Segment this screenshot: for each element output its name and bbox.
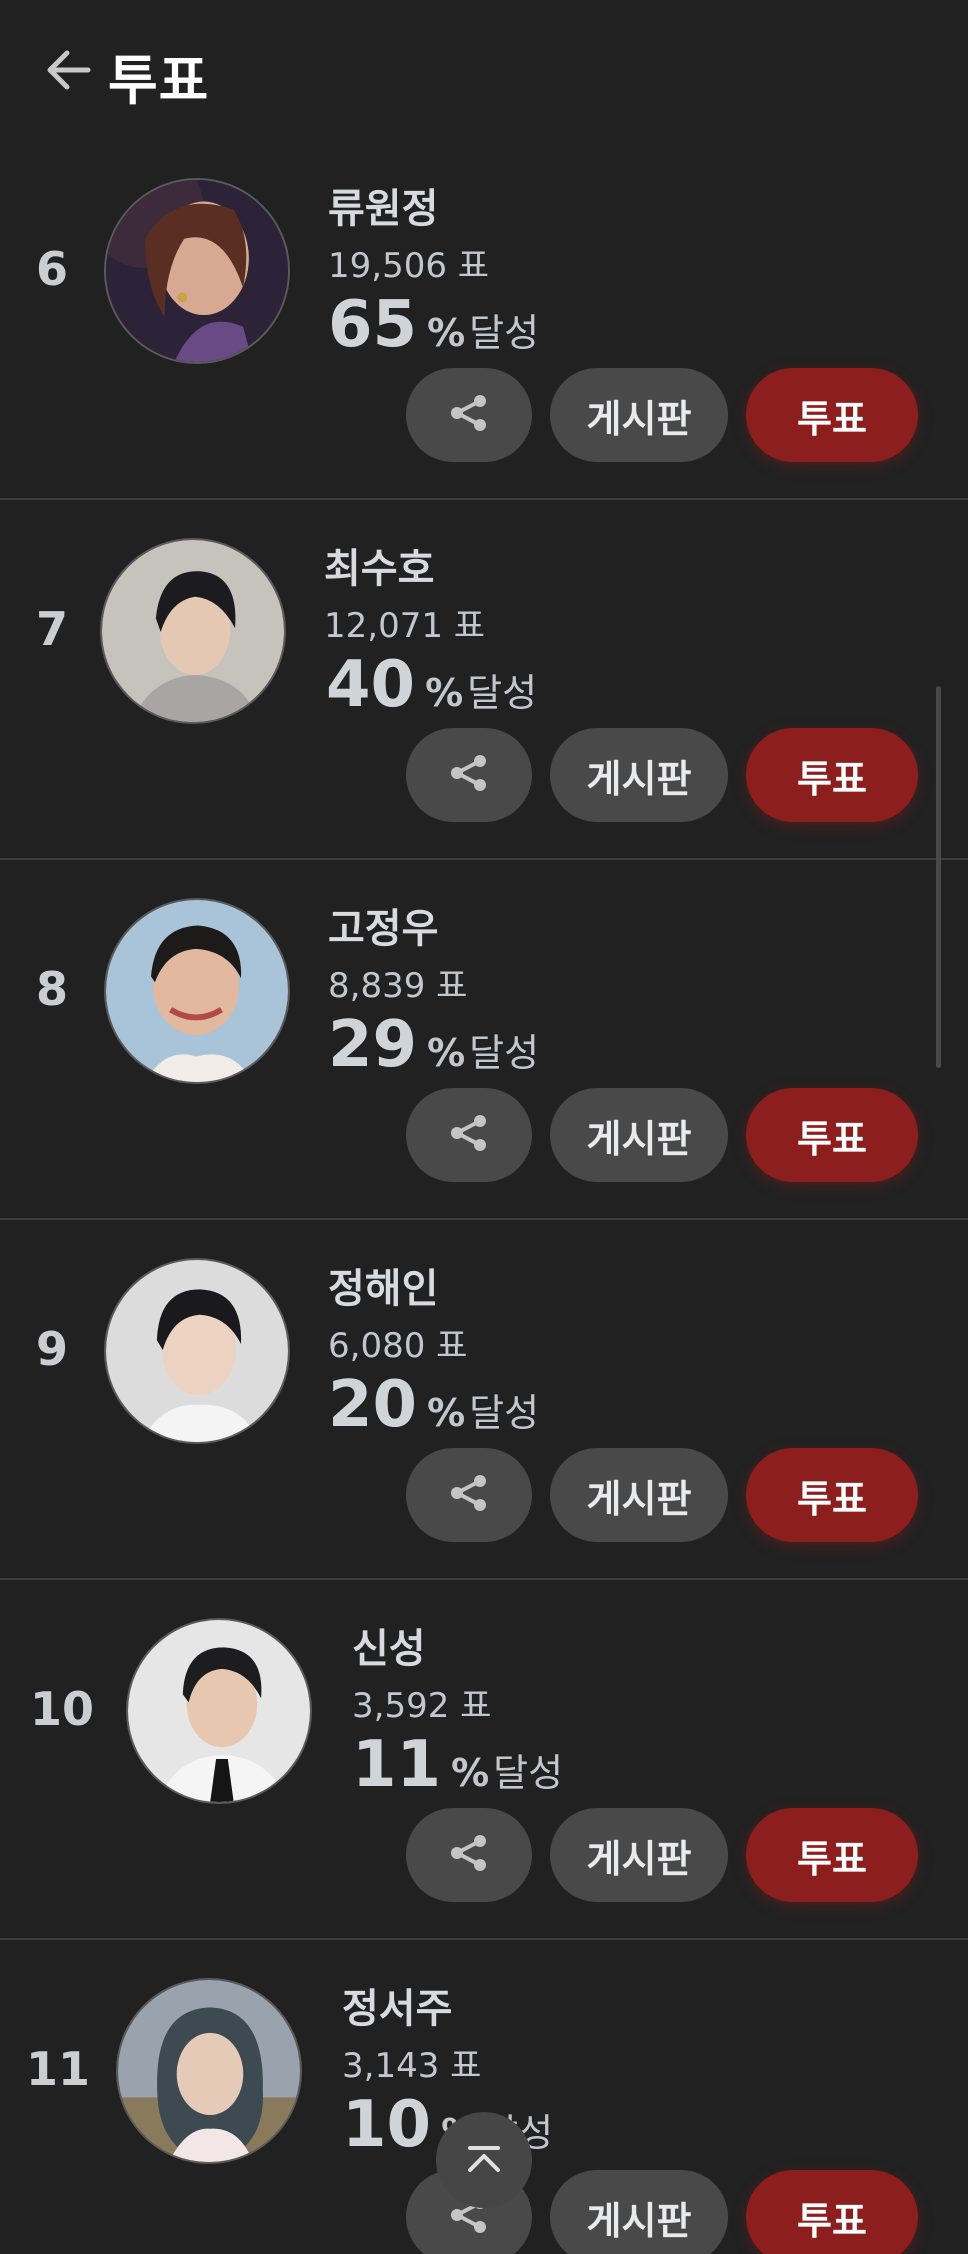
vote-button[interactable]: 투표 (746, 1448, 918, 1542)
candidate-name: 고정우 (328, 906, 439, 952)
candidate-name: 류원정 (328, 186, 439, 232)
share-button[interactable] (406, 1448, 532, 1542)
list-item: 10 신성 3,592 표 11 % 달성 게시판 투표 (0, 1580, 968, 1940)
avatar (104, 1258, 290, 1444)
share-icon (447, 1473, 491, 1517)
percent-value: 65 (328, 288, 418, 362)
scroll-to-top-button[interactable] (436, 2112, 532, 2208)
board-button[interactable]: 게시판 (550, 728, 728, 822)
achievement-rate: 20 % 달성 (328, 1368, 539, 1442)
percent-value: 29 (328, 1008, 418, 1082)
scrollbar[interactable] (936, 686, 941, 1068)
vote-button[interactable]: 투표 (746, 728, 918, 822)
rank-number: 9 (35, 1322, 68, 1376)
avatar (104, 898, 290, 1084)
percent-value: 11 (352, 1728, 442, 1802)
vote-count: 8,839 표 (328, 966, 468, 1006)
rank-number: 6 (35, 242, 68, 296)
rank-number: 7 (35, 602, 68, 656)
achievement-rate: 29 % 달성 (328, 1008, 539, 1082)
vote-count: 6,080 표 (328, 1326, 468, 1366)
achievement-rate: 40 % 달성 (326, 648, 537, 722)
avatar (126, 1618, 312, 1804)
share-button[interactable] (406, 728, 532, 822)
percent-value: 20 (328, 1368, 418, 1442)
share-icon (447, 753, 491, 797)
rank-number: 11 (25, 2042, 90, 2096)
rank-number: 10 (29, 1682, 94, 1736)
board-button[interactable]: 게시판 (550, 1808, 728, 1902)
percent-sign: % (425, 671, 464, 715)
share-icon (447, 393, 491, 437)
percent-value: 40 (326, 648, 416, 722)
percent-label: 달성 (469, 311, 540, 355)
board-button[interactable]: 게시판 (550, 2170, 728, 2254)
share-button[interactable] (406, 368, 532, 462)
back-button[interactable] (40, 48, 96, 96)
percent-sign: % (427, 311, 466, 355)
percent-label: 달성 (493, 1751, 564, 1795)
vote-count: 3,143 표 (342, 2046, 482, 2086)
vote-ranking-page: 투표 6 류원정 19,506 표 65 % 달성 게시판 투표 7 최수호 1… (0, 0, 968, 2254)
achievement-rate: 65 % 달성 (328, 288, 539, 362)
avatar (116, 1978, 302, 2164)
percent-value: 10 (342, 2088, 432, 2162)
share-button[interactable] (406, 1808, 532, 1902)
avatar (104, 178, 290, 364)
vote-count: 12,071 표 (324, 606, 486, 646)
vote-button[interactable]: 투표 (746, 1088, 918, 1182)
vote-button[interactable]: 투표 (746, 2170, 918, 2254)
achievement-rate: 11 % 달성 (352, 1728, 563, 1802)
candidate-name: 최수호 (324, 546, 435, 592)
candidate-name: 신성 (352, 1626, 426, 1672)
vote-button[interactable]: 투표 (746, 1808, 918, 1902)
vote-count: 19,506 표 (328, 246, 490, 286)
share-icon (447, 1833, 491, 1877)
vote-count: 3,592 표 (352, 1686, 492, 1726)
arrow-left-icon (45, 49, 91, 95)
chevron-up-icon (464, 2142, 504, 2178)
share-icon (447, 1113, 491, 1157)
percent-label: 달성 (469, 1391, 540, 1435)
candidate-name: 정해인 (328, 1266, 439, 1312)
list-item: 9 정해인 6,080 표 20 % 달성 게시판 투표 (0, 1220, 968, 1580)
rank-number: 8 (35, 962, 68, 1016)
board-button[interactable]: 게시판 (550, 1448, 728, 1542)
percent-sign: % (451, 1751, 490, 1795)
page-title: 투표 (108, 49, 210, 112)
board-button[interactable]: 게시판 (550, 368, 728, 462)
list-item: 6 류원정 19,506 표 65 % 달성 게시판 투표 (0, 140, 968, 500)
candidate-name: 정서주 (342, 1986, 453, 2032)
list-item: 8 고정우 8,839 표 29 % 달성 게시판 투표 (0, 860, 968, 1220)
avatar (100, 538, 286, 724)
percent-sign: % (427, 1031, 466, 1075)
percent-label: 달성 (467, 671, 538, 715)
percent-sign: % (427, 1391, 466, 1435)
share-button[interactable] (406, 1088, 532, 1182)
vote-button[interactable]: 투표 (746, 368, 918, 462)
header: 투표 (0, 0, 968, 140)
percent-label: 달성 (469, 1031, 540, 1075)
board-button[interactable]: 게시판 (550, 1088, 728, 1182)
list-item: 7 최수호 12,071 표 40 % 달성 게시판 투표 (0, 500, 968, 860)
